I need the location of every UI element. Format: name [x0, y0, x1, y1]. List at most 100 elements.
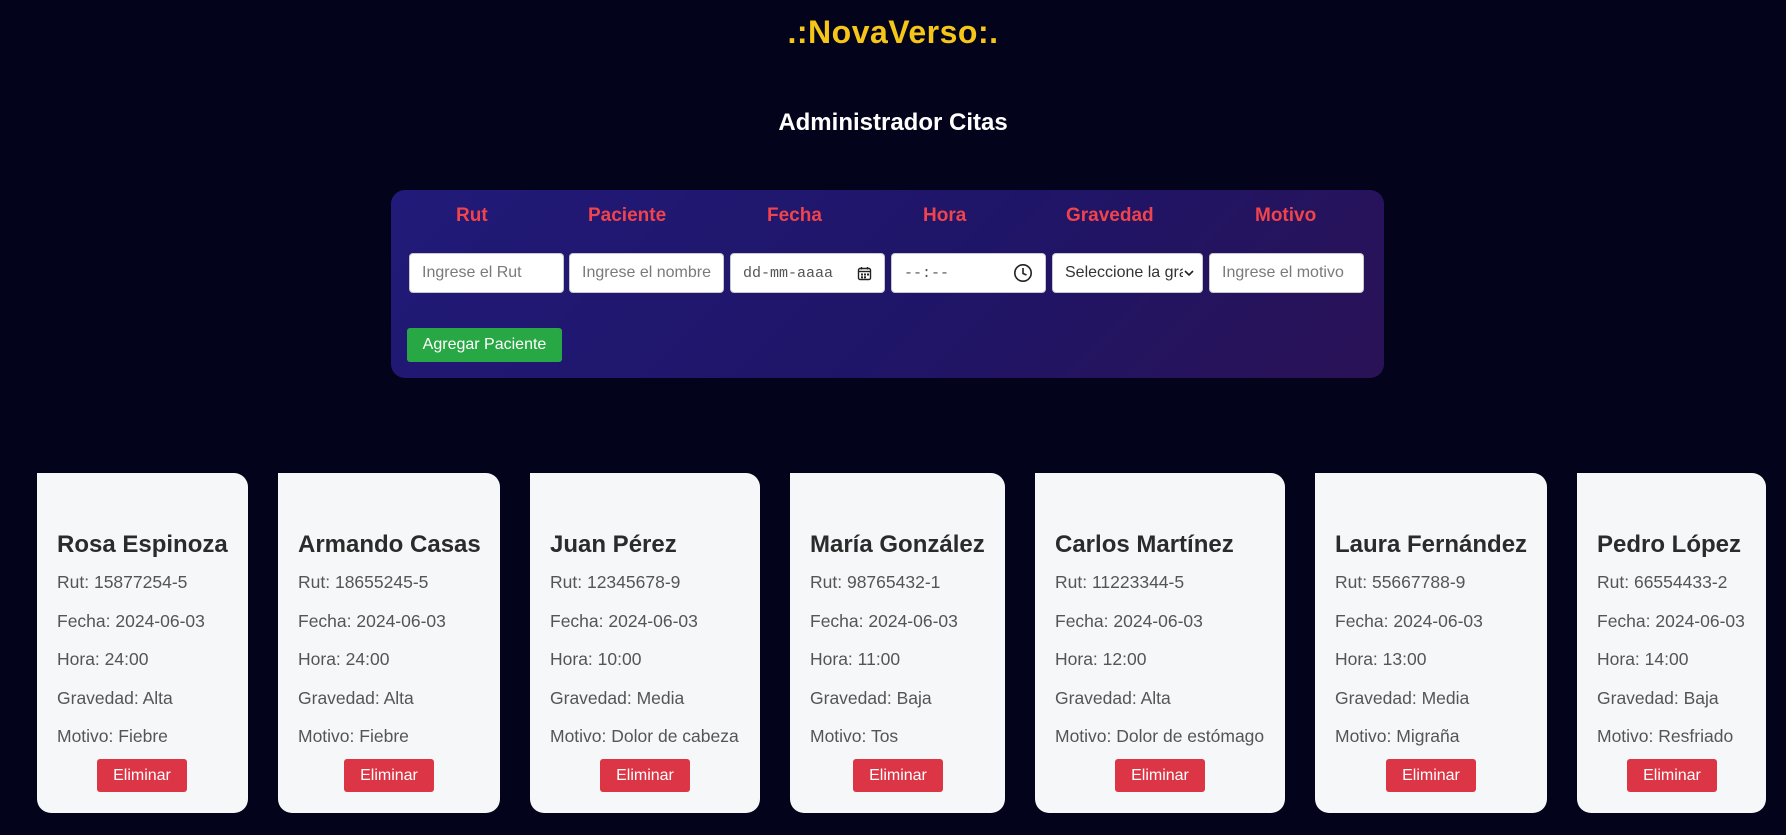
- brand-title: .:NovaVerso:.: [787, 14, 999, 50]
- patient-name: Carlos Martínez: [1055, 531, 1234, 558]
- patient-fecha-value: 2024-06-03: [608, 610, 698, 631]
- patient-hora: Hora: 12:00: [1055, 649, 1285, 688]
- patient-rut-value: 55667788-9: [1371, 572, 1466, 592]
- delete-patient-button[interactable]: Eliminar: [1627, 759, 1717, 792]
- patient-motivo-value: Dolor de cabeza: [611, 726, 739, 746]
- patient-gravedad: Gravedad: Media: [1335, 688, 1547, 727]
- patient-card: Rosa Espinoza Rut: 15877254-5 Fecha: 2024-…: [37, 473, 248, 813]
- patient-motivo-label: Motivo:: [298, 726, 360, 746]
- patient-hora-label: Hora:: [810, 649, 858, 669]
- paciente-input[interactable]: [569, 253, 724, 293]
- patient-rut: Rut: 11223344-5: [1055, 572, 1285, 611]
- patient-gravedad: Gravedad: Alta: [298, 688, 500, 727]
- patient-motivo-value: Resfriado: [1658, 726, 1734, 746]
- patient-rut-value: 66554433-2: [1633, 572, 1728, 592]
- patient-gravedad: Gravedad: Alta: [1055, 688, 1285, 727]
- patient-hora-value: 13:00: [1382, 649, 1427, 669]
- patient-hora: Hora: 14:00: [1597, 649, 1766, 688]
- patient-motivo-value: Tos: [870, 726, 899, 746]
- patient-gravedad-label: Gravedad:: [1597, 687, 1684, 708]
- delete-patient-button[interactable]: Eliminar: [600, 759, 690, 792]
- patient-gravedad: Gravedad: Baja: [1597, 688, 1766, 727]
- patient-fecha-value: 2024-06-03: [1113, 610, 1203, 631]
- patient-fecha-value: 2024-06-03: [356, 610, 446, 631]
- patient-hora-value: 24:00: [345, 649, 390, 669]
- label-motivo: Motivo: [1255, 205, 1317, 226]
- patient-name: Armando Casas: [298, 531, 481, 558]
- patient-gravedad-label: Gravedad:: [1055, 687, 1141, 708]
- patient-rut-value: 98765432-1: [846, 572, 941, 592]
- patient-motivo-value: Migraña: [1396, 726, 1460, 746]
- patient-gravedad: Gravedad: Alta: [57, 688, 248, 727]
- patient-card: María González Rut: 98765432-1 Fecha: 2024…: [790, 473, 1005, 813]
- add-patient-button[interactable]: Agregar Paciente: [407, 328, 562, 362]
- patient-fecha-value: 2024-06-03: [1393, 610, 1483, 631]
- patient-fecha-label: Fecha:: [1597, 610, 1656, 631]
- patient-motivo-label: Motivo:: [810, 726, 871, 746]
- patient-gravedad-value: Alta: [142, 687, 173, 708]
- hora-input[interactable]: --:--: [891, 253, 1046, 293]
- patient-fecha-label: Fecha:: [550, 610, 609, 631]
- patient-card: Armando Casas Rut: 18655245-5 Fecha: 2024-…: [278, 473, 500, 813]
- label-hora: Hora: [923, 205, 967, 226]
- patient-card: Laura Fernández Rut: 55667788-9 Fecha: 202…: [1315, 473, 1547, 813]
- patient-rut: Rut: 15877254-5: [57, 572, 248, 611]
- patient-fecha: Fecha: 2024-06-03: [1597, 611, 1766, 650]
- patient-rut: Rut: 98765432-1: [810, 572, 1005, 611]
- patient-hora: Hora: 11:00: [810, 649, 1005, 688]
- motivo-input[interactable]: [1209, 253, 1364, 293]
- patient-hora: Hora: 24:00: [57, 649, 248, 688]
- patient-hora-label: Hora:: [298, 649, 346, 669]
- gravedad-selected-value: Seleccione la gravedad: [1065, 264, 1183, 281]
- patient-motivo-label: Motivo:: [1055, 726, 1117, 746]
- patient-fecha-value: 2024-06-03: [115, 610, 205, 631]
- patient-hora-value: 10:00: [597, 649, 642, 669]
- patient-hora-label: Hora:: [1597, 649, 1645, 669]
- patient-gravedad-value: Alta: [383, 687, 414, 708]
- patient-motivo-value: Fiebre: [118, 726, 168, 746]
- delete-patient-button[interactable]: Eliminar: [97, 759, 187, 792]
- patient-rut: Rut: 12345678-9: [550, 572, 760, 611]
- patient-gravedad: Gravedad: Media: [550, 688, 760, 727]
- form-fields: dd-mm-aaaa --:--: [391, 253, 1384, 295]
- fecha-input[interactable]: dd-mm-aaaa: [730, 253, 885, 293]
- patient-fecha-label: Fecha:: [57, 610, 116, 631]
- label-rut: Rut: [456, 205, 488, 226]
- patient-hora: Hora: 13:00: [1335, 649, 1547, 688]
- delete-patient-button[interactable]: Eliminar: [853, 759, 943, 792]
- patient-rut-label: Rut:: [298, 572, 335, 592]
- patient-gravedad-value: Baja: [896, 687, 932, 708]
- delete-patient-button[interactable]: Eliminar: [344, 759, 434, 792]
- patient-hora-value: 11:00: [857, 649, 901, 669]
- delete-patient-button[interactable]: Eliminar: [1115, 759, 1205, 792]
- patient-hora-value: 24:00: [104, 649, 149, 669]
- fecha-placeholder: dd-mm-aaaa: [743, 264, 834, 282]
- patient-hora-label: Hora:: [1335, 649, 1383, 669]
- form-labels: Rut Paciente Fecha Hora Gravedad Motivo: [391, 205, 1384, 229]
- patient-fecha-label: Fecha:: [810, 610, 869, 631]
- page-title: Administrador Citas: [778, 109, 1008, 136]
- calendar-icon[interactable]: [857, 266, 872, 281]
- label-fecha: Fecha: [767, 205, 822, 226]
- gravedad-select[interactable]: Seleccione la gravedad: [1052, 253, 1203, 293]
- delete-patient-button[interactable]: Eliminar: [1386, 759, 1476, 792]
- patient-rut-label: Rut:: [810, 572, 847, 592]
- patient-rut: Rut: 55667788-9: [1335, 572, 1547, 611]
- patient-gravedad-value: Media: [1421, 687, 1470, 708]
- patient-name: Pedro López: [1597, 531, 1742, 558]
- patient-rut-value: 11223344-5: [1091, 572, 1185, 592]
- patient-rut: Rut: 18655245-5: [298, 572, 500, 611]
- patient-card: Juan Pérez Rut: 12345678-9 Fecha: 2024-06-…: [530, 473, 760, 813]
- patient-rut-label: Rut:: [57, 572, 94, 592]
- patient-gravedad-label: Gravedad:: [1335, 687, 1422, 708]
- patient-rut-value: 12345678-9: [586, 572, 681, 592]
- patient-hora-label: Hora:: [57, 649, 105, 669]
- patient-fecha: Fecha: 2024-06-03: [1335, 611, 1547, 650]
- patient-gravedad: Gravedad: Baja: [810, 688, 1005, 727]
- patient-fecha-label: Fecha:: [1335, 610, 1394, 631]
- clock-icon[interactable]: [1013, 263, 1033, 283]
- patient-rut-label: Rut:: [1597, 572, 1634, 592]
- rut-input[interactable]: [409, 253, 564, 293]
- patient-hora: Hora: 24:00: [298, 649, 500, 688]
- patient-motivo-label: Motivo:: [57, 726, 119, 746]
